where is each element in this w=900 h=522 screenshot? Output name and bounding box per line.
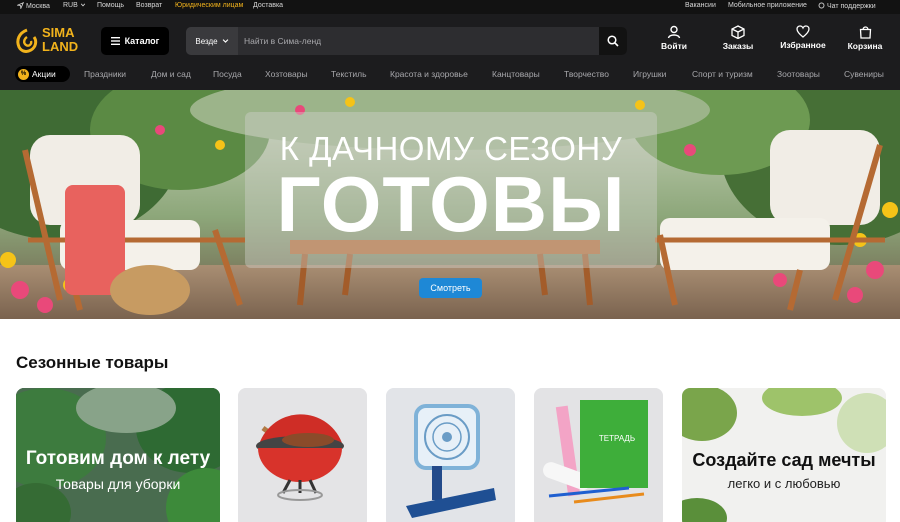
favorites-button[interactable]: Избранное bbox=[779, 25, 827, 50]
card-subtitle: легко и с любовью bbox=[727, 476, 841, 491]
nav-item-crafts[interactable]: Творчество bbox=[564, 69, 609, 79]
logo-text-land: LAND bbox=[42, 39, 79, 54]
logo-text-sima: SIMA bbox=[42, 25, 75, 40]
shopping-bag-icon bbox=[859, 26, 871, 39]
jobs-link[interactable]: Вакансии bbox=[685, 2, 716, 9]
hero-banner[interactable]: К ДАЧНОМУ СЕЗОНУ ГОТОВЫ Смотреть bbox=[0, 90, 900, 319]
category-nav: % Акции Праздники Дом и сад Посуда Хозто… bbox=[0, 63, 900, 90]
location-arrow-icon bbox=[16, 1, 25, 10]
grill-product-image bbox=[238, 388, 367, 522]
user-icon bbox=[667, 25, 681, 39]
heart-icon bbox=[796, 25, 810, 38]
search-scope-label: Везде bbox=[195, 36, 218, 46]
support-chat-link[interactable]: Чат поддержки bbox=[818, 2, 876, 10]
nav-item-household[interactable]: Хозтовары bbox=[265, 69, 308, 79]
legal-entities-link[interactable]: Юридическим лицам bbox=[175, 2, 243, 9]
chevron-down-icon bbox=[222, 39, 228, 43]
login-button[interactable]: Войти bbox=[656, 25, 692, 51]
seasonal-card-fan[interactable] bbox=[386, 388, 515, 522]
cart-button[interactable]: Корзина bbox=[845, 25, 885, 51]
logo-mark-icon bbox=[16, 28, 38, 53]
orders-button[interactable]: Заказы bbox=[719, 25, 757, 51]
nav-item-sport-tourism[interactable]: Спорт и туризм bbox=[692, 69, 753, 79]
nav-item-home-garden[interactable]: Дом и сад bbox=[151, 69, 191, 79]
chevron-down-icon bbox=[80, 3, 85, 7]
notebook-label: ТЕТРАДЬ bbox=[598, 434, 636, 443]
currency-label: RUB bbox=[63, 2, 78, 9]
cart-label: Корзина bbox=[847, 41, 883, 51]
chat-icon bbox=[818, 2, 825, 9]
nav-item-textile[interactable]: Текстиль bbox=[331, 69, 367, 79]
section-title-seasonal: Сезонные товары bbox=[16, 353, 169, 372]
favorites-label: Избранное bbox=[780, 40, 826, 50]
catalog-label: Каталог bbox=[124, 36, 160, 46]
card-title: Создайте сад мечты bbox=[692, 450, 876, 470]
returns-link[interactable]: Возврат bbox=[136, 2, 162, 9]
site-logo[interactable]: SIMA LAND bbox=[15, 26, 87, 56]
hero-headline-main: ГОТОВЫ bbox=[276, 160, 626, 248]
nav-item-stationery[interactable]: Канцтовары bbox=[492, 69, 540, 79]
nav-item-toys[interactable]: Игрушки bbox=[633, 69, 666, 79]
city-selector[interactable]: Москва bbox=[16, 1, 50, 10]
nav-item-tableware[interactable]: Посуда bbox=[213, 69, 242, 79]
search-scope-select[interactable]: Везде bbox=[186, 27, 238, 55]
orders-label: Заказы bbox=[722, 41, 754, 51]
stationery-product-image bbox=[534, 388, 663, 522]
search-bar: Везде bbox=[186, 27, 627, 55]
seasonal-card-garden[interactable]: Создайте сад мечты легко и с любовью bbox=[682, 388, 886, 522]
support-chat-label: Чат поддержки bbox=[826, 3, 876, 10]
city-label: Москва bbox=[25, 3, 50, 10]
menu-icon bbox=[110, 37, 120, 45]
seasonal-card-grill[interactable] bbox=[238, 388, 367, 522]
card-title: Готовим дом к лету bbox=[25, 448, 211, 469]
search-input[interactable] bbox=[244, 33, 584, 49]
login-label: Войти bbox=[661, 41, 687, 51]
nav-item-pet-goods[interactable]: Зоотовары bbox=[777, 69, 820, 79]
percent-badge-icon: % bbox=[18, 68, 29, 80]
top-utility-bar: Москва RUB Помощь Возврат Юридическим ли… bbox=[0, 0, 900, 14]
promo-label: Акции bbox=[32, 69, 56, 79]
seasonal-card-cleaning[interactable]: Готовим дом к лету Товары для уборки bbox=[16, 388, 220, 522]
search-button[interactable] bbox=[599, 27, 627, 55]
card-subtitle: Товары для уборки bbox=[55, 476, 181, 492]
mobile-app-link[interactable]: Мобильное приложение bbox=[728, 2, 807, 9]
catalog-button[interactable]: Каталог bbox=[101, 27, 169, 55]
fan-product-image bbox=[386, 388, 515, 522]
search-icon bbox=[607, 35, 619, 47]
main-header: SIMA LAND Каталог Везде Войти Заказы Изб… bbox=[0, 14, 900, 63]
nav-item-souvenirs[interactable]: Сувениры bbox=[844, 69, 884, 79]
currency-selector[interactable]: RUB bbox=[63, 2, 86, 9]
hero-view-button[interactable]: Смотреть bbox=[419, 278, 482, 298]
delivery-link[interactable]: Доставка bbox=[253, 2, 283, 9]
help-link[interactable]: Помощь bbox=[97, 2, 124, 9]
nav-item-beauty-health[interactable]: Красота и здоровье bbox=[390, 69, 468, 79]
box-icon bbox=[731, 25, 745, 39]
promo-link[interactable]: % Акции bbox=[15, 66, 70, 82]
seasonal-card-stationery[interactable]: ТЕТРАДЬ bbox=[534, 388, 663, 522]
nav-item-holidays[interactable]: Праздники bbox=[84, 69, 126, 79]
